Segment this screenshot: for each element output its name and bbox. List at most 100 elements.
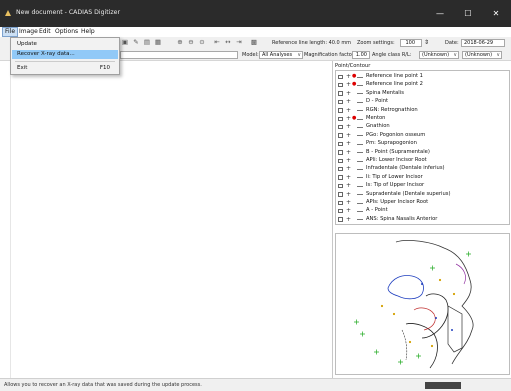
date-label: Date:: [445, 40, 459, 46]
point-label: RGN: Retrognathion: [366, 106, 418, 113]
line-style-icon: [357, 168, 363, 170]
model-select[interactable]: All Analyses: [259, 51, 303, 59]
point-row[interactable]: + Ii: Tip of Lower Incisor: [338, 174, 508, 182]
point-label: ANS: Spina Nasalis Anterior: [366, 215, 438, 222]
angle-class-right-select[interactable]: (Unknown): [419, 51, 459, 59]
line-style-icon: [357, 210, 363, 212]
point-row[interactable]: + Supradentale (Dentale superius): [338, 191, 508, 199]
line-style-icon: [357, 152, 363, 154]
point-row[interactable]: + ANS: Spina Nasalis Anterior: [338, 216, 508, 224]
point-checkbox[interactable]: [338, 192, 343, 197]
point-checkbox[interactable]: [338, 141, 343, 147]
point-checkbox[interactable]: [338, 175, 343, 180]
zoom-input[interactable]: 100: [400, 39, 422, 47]
point-row[interactable]: + APIs: Upper Incisor Root: [338, 199, 508, 207]
point-row[interactable]: + B - Point (Supramentale): [338, 149, 508, 157]
set-marker-icon: ●: [352, 73, 357, 79]
point-row[interactable]: + Is: Tip of Upper Incisor: [338, 182, 508, 190]
point-row[interactable]: + APli: Lower Incisor Root: [338, 157, 508, 165]
menu-item-recover-xray[interactable]: Recover X-ray data...: [12, 50, 118, 59]
point-checkbox[interactable]: [338, 108, 343, 113]
pen-icon[interactable]: ✎: [132, 39, 140, 46]
tracing-preview[interactable]: [335, 233, 510, 375]
point-row[interactable]: + PGo: Pogonion osseum: [338, 132, 508, 140]
point-contour-title: Point/Contour: [335, 63, 371, 69]
set-marker-icon: ●: [352, 81, 357, 88]
menu-item-exit-label: Exit: [17, 65, 28, 71]
date-input[interactable]: 2018-06-29: [461, 39, 505, 47]
app-icon: [5, 10, 11, 16]
minimize-button[interactable]: —: [427, 0, 453, 27]
menu-item-update[interactable]: Update: [12, 40, 118, 49]
point-label: Infradentale (Dentale inferius): [366, 165, 445, 172]
line-style-icon: [357, 143, 363, 145]
point-checkbox[interactable]: [338, 99, 343, 105]
point-checkbox[interactable]: [338, 133, 343, 138]
menu-edit[interactable]: Edit: [37, 28, 53, 35]
point-checkbox[interactable]: [338, 150, 343, 155]
zoom-spin-icon[interactable]: ⇕: [424, 39, 429, 46]
title-bar: New document - CADIAS Digitizer — ☐ ✕: [0, 0, 511, 27]
point-row[interactable]: + RGN: Retrognathion: [338, 107, 508, 115]
point-row[interactable]: + Infradentale (Dentale inferius): [338, 165, 508, 173]
menu-help[interactable]: Help: [79, 28, 97, 35]
point-label: Pm: Suprapogonion: [366, 140, 417, 147]
point-label: PGo: Pogonion osseum: [366, 131, 426, 138]
status-indicator: [425, 382, 461, 389]
crosshair-icon: +: [346, 165, 352, 173]
point-checkbox[interactable]: [338, 116, 343, 121]
crosshair-icon: +: [346, 115, 352, 122]
zoom-fit-icon[interactable]: ⊙: [198, 39, 206, 46]
point-checkbox[interactable]: [338, 208, 343, 214]
point-row[interactable]: + Spina Mentalis: [338, 90, 508, 98]
point-checkbox[interactable]: [338, 91, 343, 96]
xray-canvas[interactable]: [10, 61, 332, 378]
align-left-icon[interactable]: ⇤: [213, 39, 221, 46]
close-button[interactable]: ✕: [483, 0, 509, 27]
crosshair-icon: +: [346, 98, 352, 106]
model-label: Model:: [242, 52, 259, 58]
disk-icon[interactable]: ▦: [154, 39, 162, 46]
line-style-icon: [357, 76, 363, 78]
chart-icon[interactable]: ▩: [250, 39, 258, 46]
menu-item-exit-shortcut: F10: [99, 65, 110, 71]
align-center-icon[interactable]: ↔: [224, 39, 232, 46]
point-checkbox[interactable]: [338, 217, 343, 222]
point-label: APli: Lower Incisor Root: [366, 157, 427, 163]
point-checkbox[interactable]: [338, 74, 343, 79]
menu-options[interactable]: Options: [53, 28, 80, 35]
crosshair-icon: +: [346, 148, 352, 156]
point-checkbox[interactable]: [338, 158, 343, 163]
save-icon[interactable]: ▣: [121, 39, 129, 46]
point-checkbox[interactable]: [338, 166, 343, 172]
point-label: Supradentale (Dentale superius): [366, 190, 451, 197]
crosshair-icon: +: [346, 123, 352, 131]
point-row[interactable]: + Gnathion: [338, 123, 508, 131]
magnification-input[interactable]: 1.00: [352, 51, 370, 59]
point-row[interactable]: + D - Point: [338, 98, 508, 106]
point-row[interactable]: + ● Menton: [338, 115, 508, 123]
zoom-in-icon[interactable]: ⊕: [176, 39, 184, 46]
point-row[interactable]: + Pm: Suprapogonion: [338, 140, 508, 148]
point-row[interactable]: + A - Point: [338, 207, 508, 215]
point-list[interactable]: + ● Reference line point 1 + ● Reference line…: [335, 70, 510, 225]
cephalometric-tracing: [354, 240, 474, 369]
menu-bar: File Image Edit Options Help: [0, 27, 511, 37]
angle-class-left-select[interactable]: (Unknown): [462, 51, 502, 59]
menu-item-exit[interactable]: Exit F10: [12, 64, 118, 73]
point-checkbox[interactable]: [338, 200, 343, 205]
maximize-button[interactable]: ☐: [455, 0, 481, 27]
menu-file[interactable]: File: [2, 27, 19, 37]
document-icon[interactable]: ▤: [143, 39, 151, 46]
line-style-icon: [357, 202, 363, 204]
crosshair-icon: +: [346, 173, 352, 181]
document-name-field[interactable]: [120, 51, 238, 59]
align-right-icon[interactable]: ⇥: [235, 39, 243, 46]
point-row[interactable]: + ● Reference line point 2: [338, 81, 508, 89]
point-checkbox[interactable]: [338, 82, 343, 88]
point-label: D - Point: [366, 98, 389, 105]
zoom-out-icon[interactable]: ⊖: [187, 39, 195, 46]
point-checkbox[interactable]: [338, 183, 343, 189]
point-row[interactable]: + ● Reference line point 1: [338, 73, 508, 81]
point-checkbox[interactable]: [338, 124, 343, 130]
